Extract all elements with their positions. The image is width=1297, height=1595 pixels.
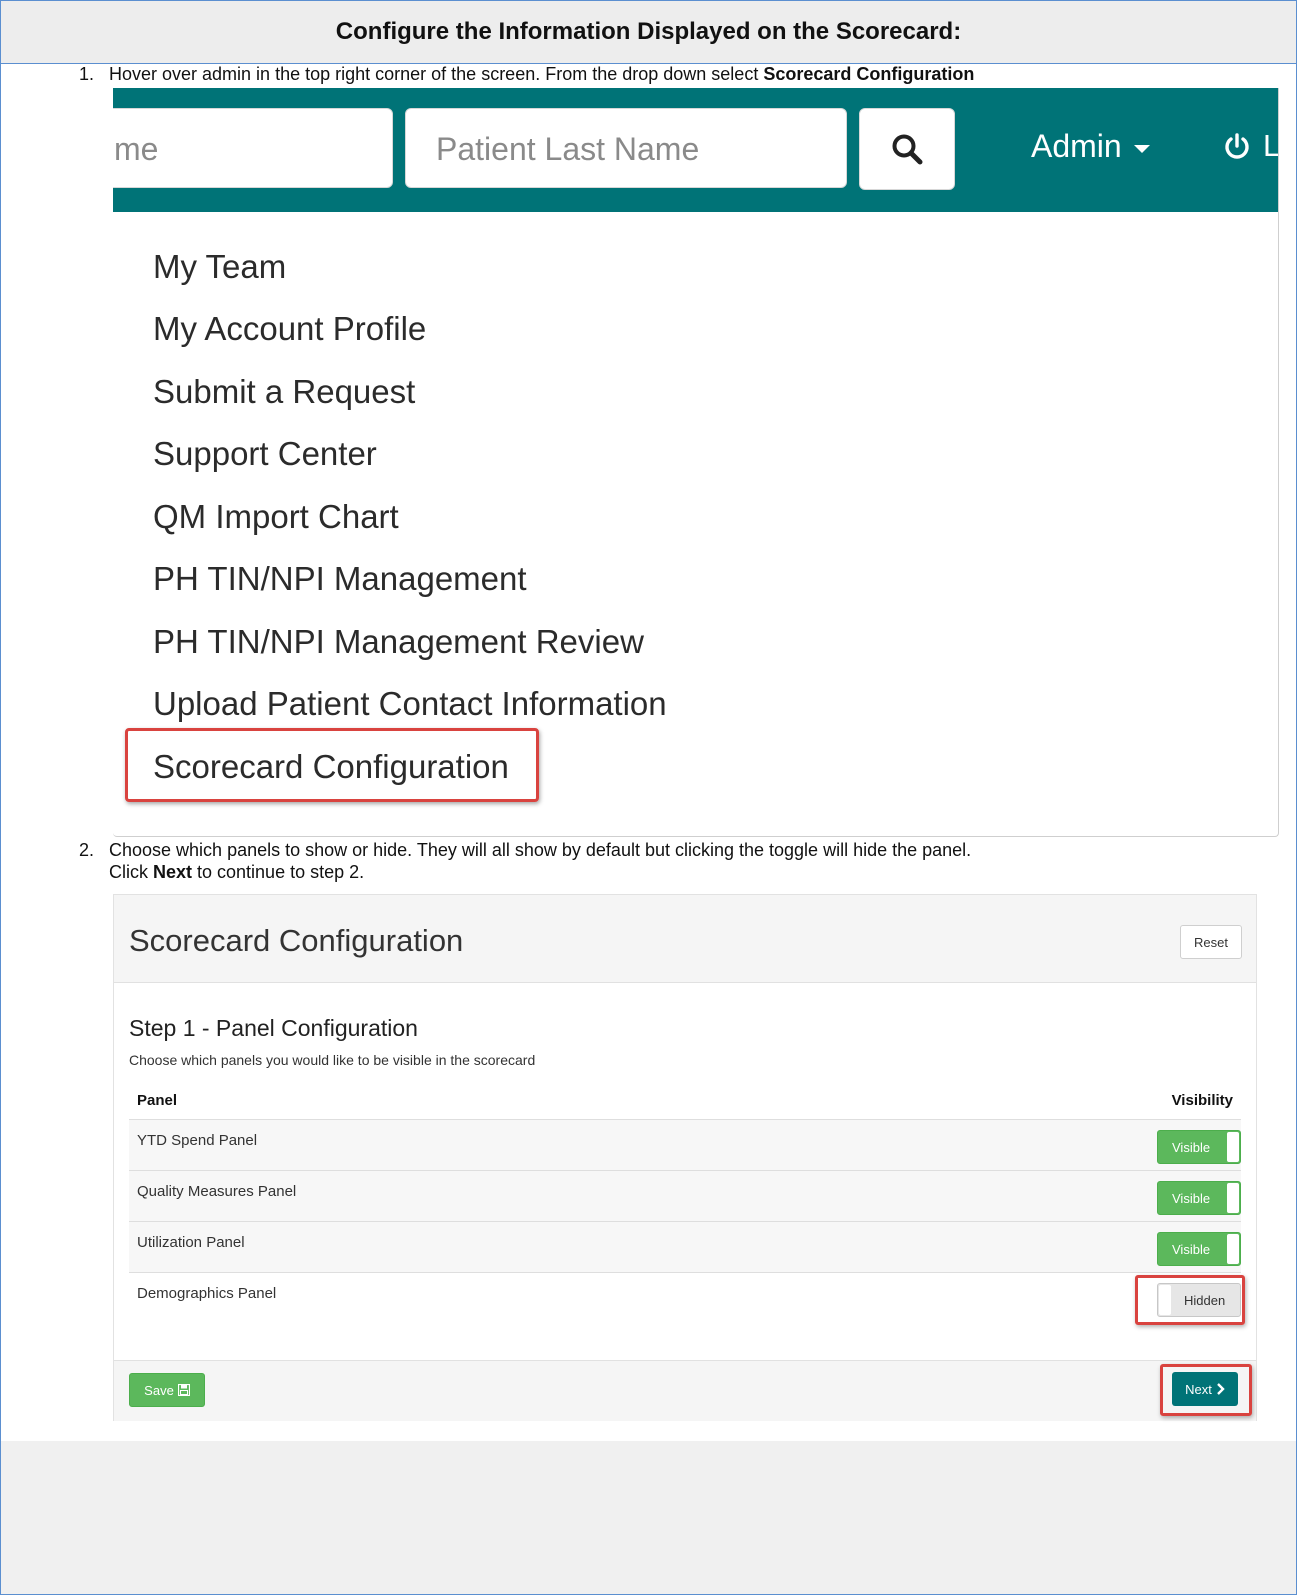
toggle-knob	[1227, 1132, 1239, 1162]
menu-item-qm-import-chart[interactable]: QM Import Chart	[153, 498, 399, 536]
admin-menu-toggle[interactable]: Admin	[1031, 128, 1151, 165]
reset-button[interactable]: Reset	[1180, 925, 1242, 959]
menu-item-tin-npi-management[interactable]: PH TIN/NPI Management	[153, 560, 527, 598]
column-header-visibility: Visibility	[1171, 1092, 1233, 1109]
panel-heading: Scorecard Configuration Reset	[114, 895, 1256, 983]
step-number: 1.	[79, 64, 95, 84]
patient-last-name-input[interactable]: Patient Last Name	[405, 108, 847, 188]
scorecard-configuration-screenshot: Scorecard Configuration Reset Step 1 - P…	[113, 894, 1257, 1421]
visibility-toggle[interactable]: Visible	[1157, 1232, 1241, 1266]
save-button[interactable]: Save	[129, 1373, 205, 1407]
column-header-panel: Panel	[137, 1092, 178, 1109]
save-label: Save	[144, 1382, 174, 1398]
panel-name: Quality Measures Panel	[137, 1183, 297, 1200]
navbar: me Patient Last Name Admin Logout	[113, 88, 1278, 212]
step-number: 2.	[79, 840, 95, 860]
page-title: Configure the Information Displayed on t…	[335, 18, 962, 45]
menu-item-tin-npi-management-review[interactable]: PH TIN/NPI Management Review	[153, 623, 644, 661]
visibility-toggle[interactable]: Visible	[1157, 1181, 1241, 1215]
patient-first-name-input[interactable]: me	[113, 108, 393, 188]
caret-down-icon	[1133, 144, 1150, 153]
table-row: YTD Spend Panel Visible	[129, 1119, 1241, 1171]
search-icon	[892, 134, 923, 165]
toggle-knob	[1227, 1234, 1239, 1264]
logout-label: Logout	[1263, 128, 1279, 163]
step-bold: Scorecard Configuration	[763, 64, 975, 84]
table-row: Utilization Panel Visible	[129, 1221, 1241, 1273]
menu-item-my-account-profile[interactable]: My Account Profile	[153, 310, 426, 348]
visibility-toggle[interactable]: Visible	[1157, 1130, 1241, 1164]
toggle-knob	[1227, 1183, 1239, 1213]
panel-name: YTD Spend Panel	[137, 1132, 258, 1149]
scorecard-title: Scorecard Configuration	[129, 923, 464, 958]
menu-item-my-team[interactable]: My Team	[153, 248, 286, 286]
menu-item-submit-request[interactable]: Submit a Request	[153, 373, 415, 411]
table-row: Demographics Panel Hidden	[129, 1272, 1241, 1324]
menu-item-upload-patient-contact[interactable]: Upload Patient Contact Information	[153, 685, 667, 723]
search-button[interactable]	[859, 108, 955, 190]
admin-label: Admin	[1031, 128, 1122, 164]
panel-footer: Save Next	[114, 1360, 1256, 1421]
logout-link[interactable]: Logout	[1223, 128, 1279, 164]
menu-item-support-center[interactable]: Support Center	[153, 435, 377, 473]
table-row: Quality Measures Panel Visible	[129, 1170, 1241, 1222]
step-1: 1. Hover over admin in the top right cor…	[79, 63, 975, 85]
admin-menu-screenshot: me Patient Last Name Admin Logout	[113, 88, 1279, 837]
step-text: Hover over admin in the top right corner…	[109, 64, 764, 84]
instruction-table: Configure the Information Displayed on t…	[0, 0, 1297, 1595]
step-text-line2: Click Next to continue to step 2.	[109, 862, 365, 882]
highlight-box	[1135, 1275, 1245, 1325]
highlight-box	[125, 728, 539, 802]
panel-name: Utilization Panel	[137, 1234, 245, 1251]
step-2: 2. Choose which panels to show or hide. …	[79, 839, 972, 883]
empty-area	[1, 1441, 1296, 1594]
highlight-box	[1160, 1364, 1252, 1416]
floppy-disk-icon	[177, 1384, 190, 1396]
power-icon	[1225, 133, 1249, 159]
step-text: Choose which panels to show or hide. The…	[109, 840, 972, 860]
step-title: Step 1 - Panel Configuration	[129, 1015, 418, 1041]
step-description: Choose which panels you would like to be…	[129, 1052, 536, 1068]
table-header: Configure the Information Displayed on t…	[1, 1, 1296, 64]
panel-name: Demographics Panel	[137, 1285, 277, 1302]
